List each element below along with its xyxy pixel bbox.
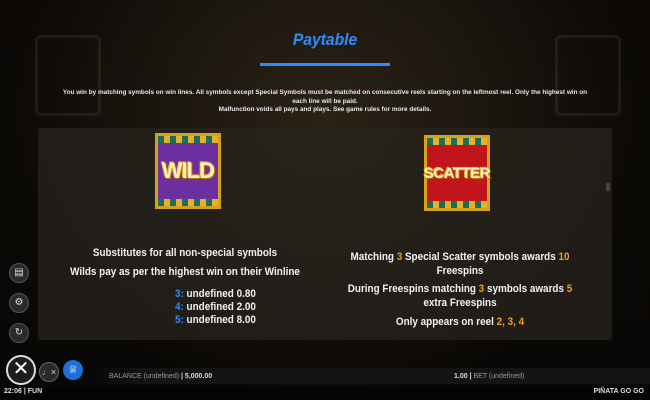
game-name: PIÑATA GO GO xyxy=(593,388,644,395)
document-icon[interactable]: ▤ xyxy=(9,263,29,283)
status-bar xyxy=(0,386,650,400)
trophy-icon[interactable]: ♕ xyxy=(63,360,83,380)
history-icon[interactable]: ↻ xyxy=(9,323,29,343)
pay-label: undefined xyxy=(186,301,234,313)
pay-count: 4: xyxy=(175,301,184,313)
wild-pay-row: 3: undefined 0.80 xyxy=(175,288,256,300)
bet-label: BET (undefined) xyxy=(473,373,525,380)
wild-pay-row: 5: undefined 8.00 xyxy=(175,314,256,326)
pay-value: 0.80 xyxy=(236,288,256,300)
pay-count: 3: xyxy=(175,288,184,300)
wild-description-1: Substitutes for all non-special symbols xyxy=(92,247,278,259)
mute-icon[interactable]: ♩× xyxy=(39,362,59,382)
paytable-title: Paytable xyxy=(292,30,358,49)
scatter-description-1: Matching 3 Special Scatter symbols award… xyxy=(350,251,570,277)
balance-label: BALANCE (undefined) xyxy=(109,373,180,380)
pay-label: undefined xyxy=(186,314,234,326)
pay-value: 2.00 xyxy=(236,301,256,313)
intro-line-1: You win by matching symbols on win lines… xyxy=(62,89,588,105)
pay-count: 5: xyxy=(175,314,184,326)
balance-display: BALANCE (undefined) | 5,000.00 xyxy=(109,373,213,380)
wild-symbol-text: WILD xyxy=(161,158,215,183)
close-icon[interactable]: ✕ xyxy=(6,355,36,385)
wild-symbol: WILD xyxy=(155,133,221,209)
bet-display[interactable]: 1.00 | BET (undefined) xyxy=(454,373,524,380)
session-info: 22:06 | FUN xyxy=(4,388,43,395)
scatter-symbol: SCATTER xyxy=(423,135,491,211)
wild-description-2: Wilds pay as per the highest win on thei… xyxy=(70,266,300,278)
title-underline xyxy=(260,63,390,66)
wild-pay-row: 4: undefined 2.00 xyxy=(175,301,256,313)
clock-time: 22:06 xyxy=(4,388,22,395)
scatter-description-2: During Freespins matching 3 symbols awar… xyxy=(347,283,573,309)
scatter-symbol-text: SCATTER xyxy=(423,165,491,182)
paytable-intro: You win by matching symbols on win lines… xyxy=(60,89,590,115)
scroll-handle[interactable] xyxy=(606,183,610,191)
balance-value: 5,000.00 xyxy=(184,373,213,380)
gear-icon[interactable]: ⚙ xyxy=(9,293,29,313)
pay-label: undefined xyxy=(186,288,234,300)
scatter-description-3: Only appears on reel 2, 3, 4 xyxy=(395,316,525,328)
play-mode: FUN xyxy=(27,388,43,395)
bet-value: 1.00 xyxy=(454,373,468,380)
intro-line-2: Malfunction voids all pays and plays. Se… xyxy=(218,106,432,113)
pay-value: 8.00 xyxy=(236,314,256,326)
